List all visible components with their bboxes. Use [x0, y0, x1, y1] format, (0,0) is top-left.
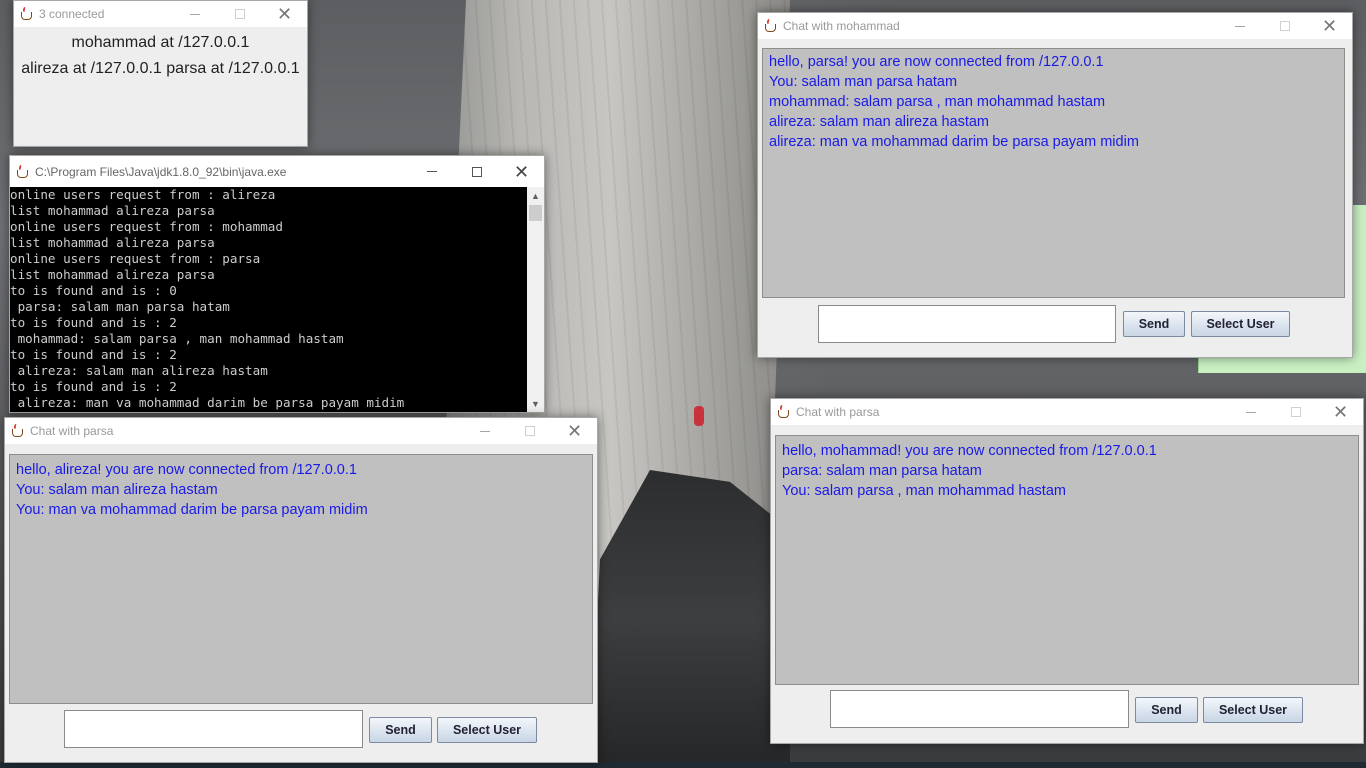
send-button[interactable]: Send [369, 717, 432, 743]
server-console-window: C:\Program Files\Java\jdk1.8.0_92\bin\ja… [9, 155, 545, 413]
close-button[interactable]: ✕ [499, 156, 544, 187]
close-button[interactable]: ✕ [552, 418, 597, 444]
scroll-up-arrow-icon[interactable]: ▲ [527, 187, 544, 204]
window-title: Chat with mohammad [783, 19, 900, 33]
chat-history[interactable]: hello, mohammad! you are now connected f… [775, 435, 1359, 685]
maximize-button[interactable] [217, 1, 262, 27]
minimize-button[interactable] [172, 1, 217, 27]
console-line: to is found and is : 2 [10, 379, 177, 394]
chat-window-parsa-mohammad: Chat with parsa ✕ hello, mohammad! you a… [770, 398, 1364, 744]
close-icon: ✕ [566, 421, 583, 441]
close-button[interactable]: ✕ [262, 1, 307, 27]
java-cup-icon [19, 7, 33, 21]
java-cup-icon [776, 405, 790, 419]
maximize-button[interactable] [507, 418, 552, 444]
java-cup-icon [763, 19, 777, 33]
message-input[interactable] [818, 305, 1116, 343]
window-title: Chat with parsa [30, 424, 114, 438]
close-icon: ✕ [276, 4, 293, 24]
message-input[interactable] [64, 710, 363, 748]
console-scrollbar[interactable]: ▲ ▼ [527, 187, 544, 412]
maximize-icon [1290, 407, 1301, 417]
chat-message: hello, alireza! you are now connected fr… [16, 462, 357, 478]
maximize-button[interactable] [1273, 399, 1318, 425]
connected-user-line: mohammad at /127.0.0.1 [71, 34, 250, 51]
title-bar[interactable]: Chat with parsa ✕ [771, 399, 1363, 425]
console-line: to is found and is : 2 [10, 347, 177, 362]
minimize-button[interactable] [1217, 13, 1262, 39]
minimize-icon [426, 171, 437, 172]
chat-message: hello, mohammad! you are now connected f… [782, 443, 1157, 459]
console-output[interactable]: online users request from : alireza list … [10, 187, 527, 412]
message-input[interactable] [830, 690, 1129, 728]
scroll-down-arrow-icon[interactable]: ▼ [527, 395, 544, 412]
maximize-icon [1279, 21, 1290, 31]
minimize-icon [1245, 411, 1256, 413]
chat-window-mohammad: Chat with mohammad ✕ hello, parsa! you a… [757, 12, 1353, 358]
chat-message: mohammad: salam parsa , man mohammad has… [769, 94, 1106, 110]
title-bar[interactable]: 3 connected ✕ [14, 1, 307, 27]
console-line: parsa: salam man parsa hatam [10, 299, 230, 314]
window-title: 3 connected [39, 7, 105, 21]
maximize-icon [471, 166, 482, 177]
console-line: alireza: salam man alireza hastam [10, 363, 268, 378]
select-user-button[interactable]: Select User [437, 717, 537, 743]
chat-message: You: salam man alireza hastam [16, 482, 218, 498]
java-cup-icon [10, 424, 24, 438]
console-line: to is found and is : 2 [10, 315, 177, 330]
maximize-icon [234, 9, 245, 19]
chat-message: You: salam man parsa hatam [769, 74, 958, 90]
chat-message: You: man va mohammad darim be parsa paya… [16, 502, 368, 518]
java-cup-icon [15, 165, 29, 179]
close-icon: ✕ [1321, 16, 1338, 36]
scrollbar-thumb[interactable] [529, 205, 542, 221]
minimize-button[interactable] [1228, 399, 1273, 425]
minimize-button[interactable] [409, 156, 454, 187]
window-title: C:\Program Files\Java\jdk1.8.0_92\bin\ja… [35, 164, 287, 179]
close-icon: ✕ [1332, 402, 1349, 422]
console-line: alireza: man va mohammad darim be parsa … [10, 395, 405, 410]
select-user-button[interactable]: Select User [1203, 697, 1303, 723]
send-button[interactable]: Send [1135, 697, 1198, 723]
chat-message: parsa: salam man parsa hatam [782, 463, 982, 479]
close-button[interactable]: ✕ [1318, 399, 1363, 425]
chat-message: alireza: salam man alireza hastam [769, 114, 990, 130]
connected-user-line: alireza at /127.0.0.1 parsa at /127.0.0.… [21, 60, 300, 77]
maximize-button[interactable] [1262, 13, 1307, 39]
console-line: mohammad: salam parsa , man mohammad has… [10, 331, 344, 346]
console-line: online users request from : mohammad [10, 219, 283, 234]
console-line: to is found and is : 0 [10, 283, 177, 298]
wallpaper-climber [694, 406, 704, 426]
title-bar[interactable]: C:\Program Files\Java\jdk1.8.0_92\bin\ja… [10, 156, 544, 187]
connected-users-window: 3 connected ✕ mohammad at /127.0.0.1 ali… [13, 0, 308, 147]
minimize-button[interactable] [462, 418, 507, 444]
close-button[interactable]: ✕ [1307, 13, 1352, 39]
connected-users-list: mohammad at /127.0.0.1 alireza at /127.0… [14, 27, 307, 146]
select-user-button[interactable]: Select User [1191, 311, 1290, 337]
maximize-icon [524, 426, 535, 436]
console-line: list mohammad alireza parsa [10, 203, 215, 218]
window-title: Chat with parsa [796, 405, 880, 419]
console-line: online users request from : parsa [10, 251, 261, 266]
console-line: list mohammad alireza parsa [10, 235, 215, 250]
chat-message: You: salam parsa , man mohammad hastam [782, 483, 1066, 499]
console-line: list mohammad alireza parsa [10, 267, 215, 282]
maximize-button[interactable] [454, 156, 499, 187]
title-bar[interactable]: Chat with mohammad ✕ [758, 13, 1352, 39]
console-line: online users request from : alireza [10, 187, 276, 202]
chat-message: alireza: man va mohammad darim be parsa … [769, 134, 1139, 150]
minimize-icon [189, 13, 200, 15]
chat-message: hello, parsa! you are now connected from… [769, 54, 1104, 70]
minimize-icon [1234, 25, 1245, 27]
send-button[interactable]: Send [1123, 311, 1185, 337]
chat-history[interactable]: hello, parsa! you are now connected from… [762, 48, 1345, 298]
chat-history[interactable]: hello, alireza! you are now connected fr… [9, 454, 593, 704]
close-icon: ✕ [513, 161, 530, 182]
chat-window-parsa-alireza: Chat with parsa ✕ hello, alireza! you ar… [4, 417, 598, 763]
title-bar[interactable]: Chat with parsa ✕ [5, 418, 597, 444]
minimize-icon [479, 430, 490, 432]
